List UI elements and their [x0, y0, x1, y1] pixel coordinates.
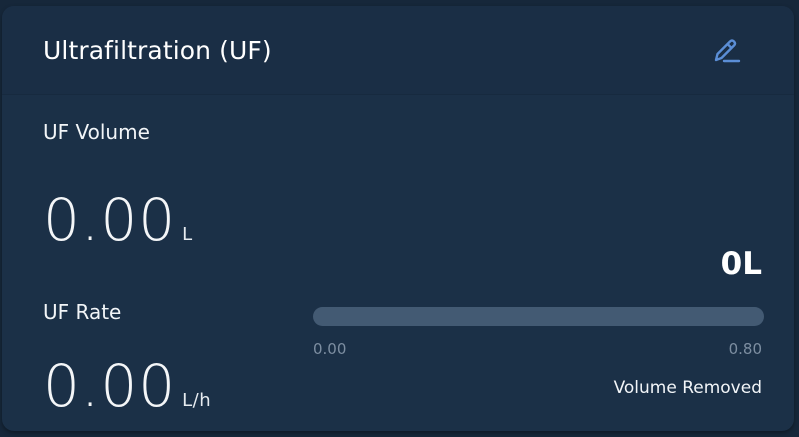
progress-scale-min: 0.00: [313, 340, 347, 358]
volume-removed-progress-bar: [313, 307, 764, 326]
progress-scale-max: 0.80: [728, 340, 762, 358]
uf-volume-value: 0.00: [43, 186, 177, 254]
uf-rate-readout: 0.00 L/h: [43, 352, 211, 420]
card-title: Ultrafiltration (UF): [43, 36, 272, 65]
uf-rate-label: UF Rate: [43, 300, 122, 324]
volume-removed-caption: Volume Removed: [613, 378, 762, 398]
ultrafiltration-card: Ultrafiltration (UF) UF Volume 0.00 L UF …: [2, 6, 794, 431]
volume-removed-value: 0L: [720, 246, 762, 282]
pencil-icon: [714, 39, 741, 63]
uf-volume-unit: L: [182, 224, 193, 245]
edit-button[interactable]: [708, 34, 742, 68]
uf-rate-unit: L/h: [182, 390, 212, 411]
card-header: Ultrafiltration (UF): [2, 6, 794, 95]
uf-volume-readout: 0.00 L: [43, 186, 193, 254]
uf-volume-label: UF Volume: [43, 120, 150, 144]
uf-rate-value: 0.00: [43, 352, 177, 420]
